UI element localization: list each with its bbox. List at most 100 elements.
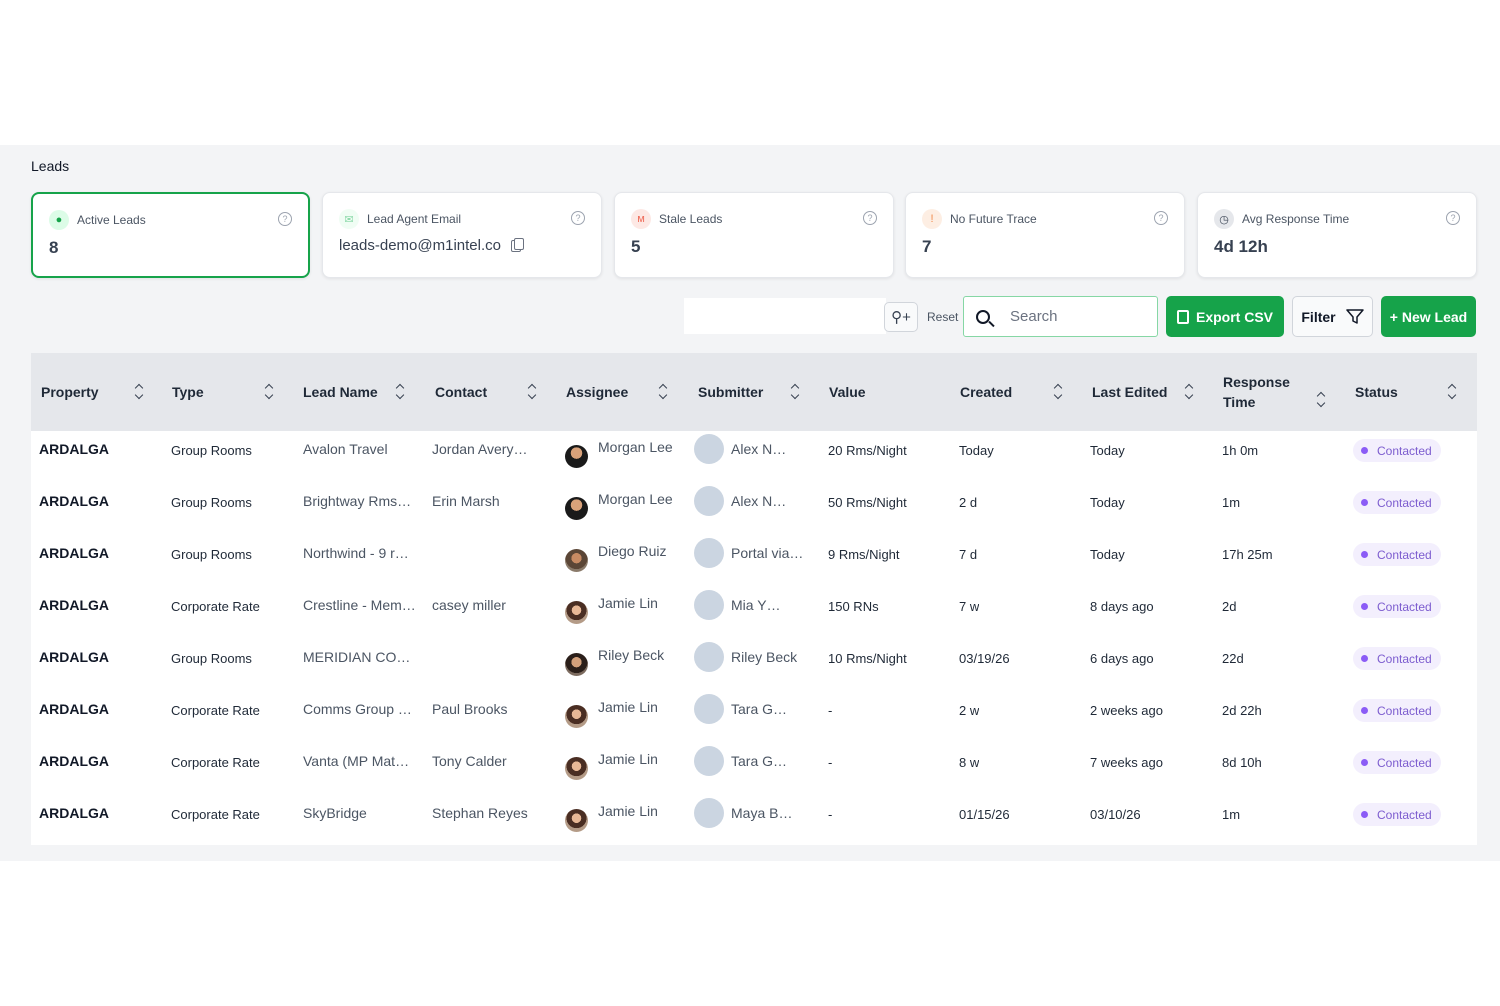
mail-icon: ✉ [339,209,359,229]
cell-submitter: Tara G… [731,753,788,769]
export-csv-button[interactable]: Export CSV [1166,296,1284,337]
search-input[interactable] [1010,308,1150,325]
card-lead-agent-email[interactable]: ✉ Lead Agent Email ? leads-demo@m1intel.… [322,192,602,278]
assignee-filter-input[interactable] [684,298,886,334]
col-value[interactable]: Value [829,353,866,431]
cell-type: Corporate Rate [171,755,260,770]
card-label: Avg Response Time [1242,212,1350,226]
file-icon [1176,309,1189,324]
status-dot-icon [1361,655,1368,662]
status-badge[interactable]: Contacted [1353,803,1441,826]
card-avg-response-time[interactable]: ◷ Avg Response Time ? 4d 12h [1197,192,1477,278]
help-icon[interactable]: ? [1446,211,1460,225]
status-dot-icon [1361,447,1368,454]
cell-contact: Stephan Reyes [432,805,528,821]
sort-icon[interactable] [1184,383,1194,401]
sort-icon[interactable] [1316,391,1326,409]
table-row[interactable]: ARDALGA Group Rooms MERIDIAN CO… Riley Beck… [31,639,1477,691]
stat-cards: ● Active Leads ? 8 ✉ Lead Agent Email ? … [31,192,1477,280]
assignee-avatar [565,809,588,832]
help-icon[interactable]: ? [863,211,877,225]
col-created[interactable]: Created [960,353,1012,431]
assignee-avatar [565,653,588,676]
help-icon[interactable]: ? [571,211,585,225]
status-dot-icon [1361,759,1368,766]
col-assignee[interactable]: Assignee [566,353,628,431]
status-badge[interactable]: Contacted [1353,699,1441,722]
cell-created: 7 d [959,547,978,562]
cell-last-edited: 2 weeks ago [1090,703,1163,718]
table-row[interactable]: ARDALGA Corporate Rate SkyBridge Stephan Re… [31,795,1477,847]
cell-created: 01/15/26 [959,807,1010,822]
filter-button[interactable]: Filter [1292,296,1373,337]
sort-icon[interactable] [264,383,274,401]
cell-last-edited: 03/10/26 [1090,807,1141,822]
cell-submitter: Portal via… [731,545,804,561]
status-dot-icon [1361,551,1368,558]
col-type[interactable]: Type [172,353,204,431]
sort-icon[interactable] [527,383,537,401]
help-icon[interactable]: ? [278,212,292,226]
leads-table: Property Type Lead Name Contact Assignee… [31,353,1477,845]
col-last-edited[interactable]: Last Edited [1092,353,1167,431]
cell-property: ARDALGA [39,701,109,717]
col-property[interactable]: Property [41,353,99,431]
sort-icon[interactable] [790,383,800,401]
search-box [963,296,1158,337]
status-badge[interactable]: Contacted [1353,751,1441,774]
col-status[interactable]: Status [1355,353,1398,431]
leads-page: Leads ● Active Leads ? 8 ✉ Lead Agent Em… [0,145,1500,861]
cell-last-edited: Today [1090,547,1125,562]
sort-icon[interactable] [395,383,405,401]
status-label: Contacted [1377,443,1432,458]
help-icon[interactable]: ? [1154,211,1168,225]
cell-property: ARDALGA [39,753,109,769]
cell-type: Group Rooms [171,443,252,458]
cell-property: ARDALGA [39,805,109,821]
cell-value: 10 Rms/Night [828,651,907,666]
cell-assignee: Diego Ruiz [598,543,667,559]
status-badge[interactable]: Contacted [1353,647,1441,670]
table-row[interactable]: ARDALGA Corporate Rate Crestline - Mem… cas… [31,587,1477,639]
col-lead-name[interactable]: Lead Name [303,353,378,431]
table-row[interactable]: ARDALGA Corporate Rate Comms Group … Paul B… [31,691,1477,743]
table-row[interactable]: ARDALGA Group Rooms Northwind - 9 r… Diego … [31,535,1477,587]
cell-property: ARDALGA [39,649,109,665]
table-row[interactable]: ARDALGA Group Rooms Brightway Rms… Erin Mar… [31,483,1477,535]
cell-response: 1m [1222,495,1241,510]
table-row[interactable]: ARDALGA Group Rooms Avalon Travel Jordan Av… [31,431,1477,483]
cell-response: 2d 22h [1222,703,1262,718]
table-header: Property Type Lead Name Contact Assignee… [31,353,1477,431]
card-active-leads[interactable]: ● Active Leads ? 8 [31,192,310,278]
status-badge[interactable]: Contacted [1353,439,1441,462]
status-badge[interactable]: Contacted [1353,491,1441,514]
assignee-avatar [565,705,588,728]
copy-icon[interactable] [510,237,524,252]
cell-submitter: Riley Beck [731,649,798,665]
col-response-line2[interactable]: Time [1223,363,1255,441]
status-dot-icon [1361,707,1368,714]
submitter-avatar [694,798,724,828]
cell-value: - [828,807,833,822]
status-badge[interactable]: Contacted [1353,543,1441,566]
alert-icon: ! [922,209,942,229]
col-submitter[interactable]: Submitter [698,353,763,431]
table-row[interactable]: ARDALGA Corporate Rate Vanta (MP Mat… Tony … [31,743,1477,795]
assignee-avatar [565,757,588,780]
sort-icon[interactable] [1447,383,1457,401]
sort-icon[interactable] [658,383,668,401]
col-contact[interactable]: Contact [435,353,487,431]
cell-created: 7 w [959,599,980,614]
submitter-avatar [694,538,724,568]
new-lead-button[interactable]: + New Lead [1381,296,1476,337]
cell-type: Corporate Rate [171,599,260,614]
card-no-future-trace[interactable]: ! No Future Trace ? 7 [905,192,1185,278]
cell-value: 20 Rms/Night [828,443,907,458]
cell-last-edited: 7 weeks ago [1090,755,1163,770]
card-stale-leads[interactable]: ᴍ Stale Leads ? 5 [614,192,894,278]
sort-icon[interactable] [134,383,144,401]
add-user-icon[interactable]: ⚲+ [884,302,918,332]
status-badge[interactable]: Contacted [1353,595,1441,618]
reset-button[interactable]: Reset [927,310,958,324]
sort-icon[interactable] [1053,383,1063,401]
